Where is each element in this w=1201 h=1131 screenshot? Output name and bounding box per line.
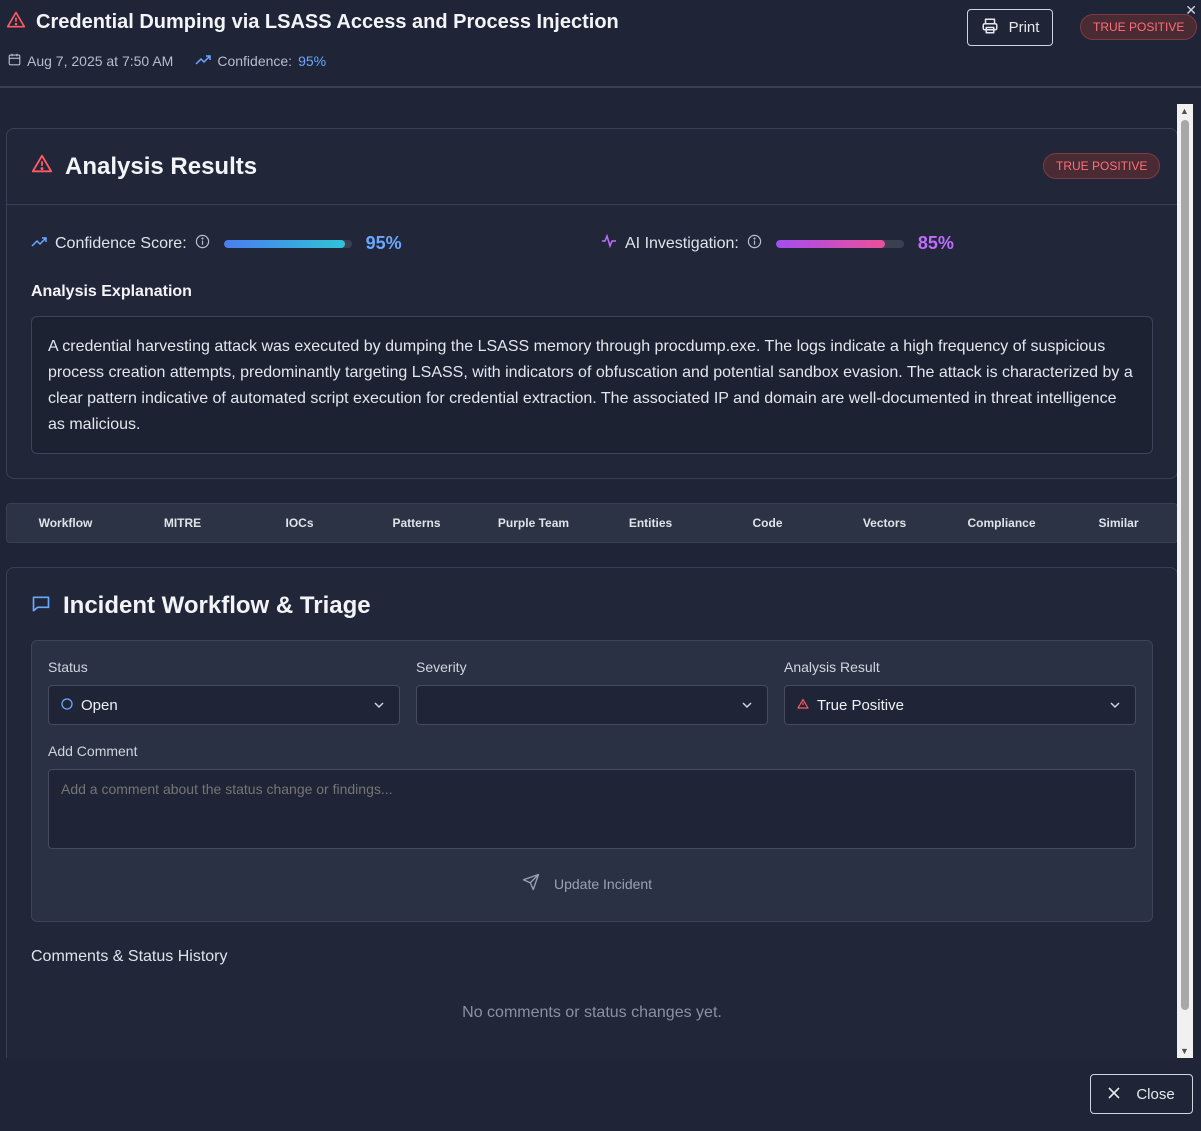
tab-bar: Workflow MITRE IOCs Patterns Purple Team Enti…: [6, 503, 1178, 543]
warning-triangle-icon: [797, 697, 809, 714]
tab-similar[interactable]: Similar: [1060, 516, 1177, 530]
printer-icon: [981, 17, 999, 39]
history-empty-text: No comments or status changes yet.: [462, 1004, 722, 1021]
circle-icon: [61, 697, 73, 714]
update-incident-label: Update Incident: [554, 875, 653, 892]
comment-input[interactable]: [48, 769, 1136, 849]
workflow-title: Incident Workflow & Triage: [63, 592, 371, 619]
severity-select[interactable]: [416, 685, 768, 725]
send-icon: [522, 873, 540, 894]
analysis-title: Analysis Results: [65, 152, 258, 180]
tab-mitre[interactable]: MITRE: [124, 516, 241, 530]
trending-up-icon: [195, 53, 212, 69]
confidence-label: Confidence:: [217, 53, 293, 69]
confidence-score-value: 95%: [365, 233, 402, 253]
analysis-header: Analysis Results TRUE POSITIVE: [7, 129, 1177, 205]
dialog-body[interactable]: Analysis Results TRUE POSITIVE Confidenc…: [0, 104, 1193, 1058]
close-label: Close: [1136, 1085, 1175, 1103]
tab-compliance[interactable]: Compliance: [943, 516, 1060, 530]
incident-date: Aug 7, 2025 at 7:50 AM: [27, 53, 174, 69]
status-label: Status: [48, 659, 88, 675]
meta-row: Aug 7, 2025 at 7:50 AM Confidence: 95%: [8, 53, 326, 69]
activity-icon: [601, 233, 617, 253]
info-icon[interactable]: [747, 234, 762, 254]
workflow-header: Incident Workflow & Triage: [31, 592, 371, 620]
triage-form: Status Severity Analysis Result Open Tru…: [31, 640, 1153, 922]
tab-entities[interactable]: Entities: [592, 516, 709, 530]
ai-investigation-label: AI Investigation:: [625, 234, 739, 252]
status-badge: TRUE POSITIVE: [1080, 14, 1198, 40]
explanation-heading: Analysis Explanation: [31, 283, 192, 300]
tab-workflow[interactable]: Workflow: [7, 516, 124, 530]
scroll-down-arrow-icon[interactable]: ▼: [1180, 1046, 1189, 1056]
trending-up-icon: [31, 235, 47, 253]
print-label: Print: [1008, 19, 1040, 36]
confidence-bar: [223, 239, 352, 248]
title-row: Credential Dumping via LSASS Access and …: [6, 10, 619, 35]
tab-patterns[interactable]: Patterns: [358, 516, 475, 530]
warning-triangle-icon: [6, 10, 26, 35]
tab-code[interactable]: Code: [709, 516, 826, 530]
analysis-result-label: Analysis Result: [784, 659, 880, 675]
scores-row: Confidence Score: 95% AI Investigation:: [31, 233, 1171, 254]
update-incident-button[interactable]: Update Incident: [522, 873, 652, 894]
confidence-value: 95%: [298, 53, 327, 69]
ai-investigation-bar-fill: [775, 239, 885, 248]
add-comment-label: Add Comment: [48, 743, 138, 759]
history-heading: Comments & Status History: [31, 948, 228, 965]
close-button[interactable]: Close: [1090, 1074, 1193, 1114]
confidence-score-label: Confidence Score:: [55, 234, 187, 252]
explanation-text: A credential harvesting attack was execu…: [31, 316, 1153, 454]
scroll-up-arrow-icon[interactable]: ▲: [1180, 106, 1189, 116]
confidence-score: Confidence Score: 95%: [31, 233, 601, 254]
confidence-bar-fill: [223, 239, 346, 248]
workflow-card: Incident Workflow & Triage Status Severi…: [6, 567, 1178, 1058]
ai-investigation-score: AI Investigation: 85%: [601, 233, 1171, 254]
result-badge: TRUE POSITIVE: [1043, 153, 1161, 179]
tab-iocs[interactable]: IOCs: [241, 516, 358, 530]
calendar-icon: [8, 53, 21, 69]
status-select-value: Open: [81, 696, 118, 714]
scrollbar[interactable]: ▲ ▼: [1177, 104, 1193, 1058]
incident-title: Credential Dumping via LSASS Access and …: [36, 11, 619, 33]
warning-triangle-icon: [31, 153, 53, 180]
tab-vectors[interactable]: Vectors: [826, 516, 943, 530]
scrollbar-thumb[interactable]: [1181, 120, 1189, 1010]
chevron-down-icon: [373, 698, 385, 715]
message-square-icon: [31, 594, 51, 619]
ai-investigation-bar: [775, 239, 904, 248]
status-select[interactable]: Open: [48, 685, 400, 725]
analysis-result-select[interactable]: True Positive: [784, 685, 1136, 725]
severity-label: Severity: [416, 659, 467, 675]
chevron-down-icon: [741, 698, 753, 715]
ai-investigation-value: 85%: [917, 233, 954, 253]
dialog-header: Credential Dumping via LSASS Access and …: [0, 0, 1201, 88]
close-icon: [1108, 1086, 1120, 1103]
info-icon[interactable]: [195, 234, 210, 254]
tab-purple-team[interactable]: Purple Team: [475, 516, 592, 530]
print-button[interactable]: Print: [967, 9, 1053, 46]
analysis-result-value: True Positive: [817, 696, 904, 714]
chevron-down-icon: [1109, 698, 1121, 715]
analysis-results-card: Analysis Results TRUE POSITIVE Confidenc…: [6, 128, 1178, 479]
